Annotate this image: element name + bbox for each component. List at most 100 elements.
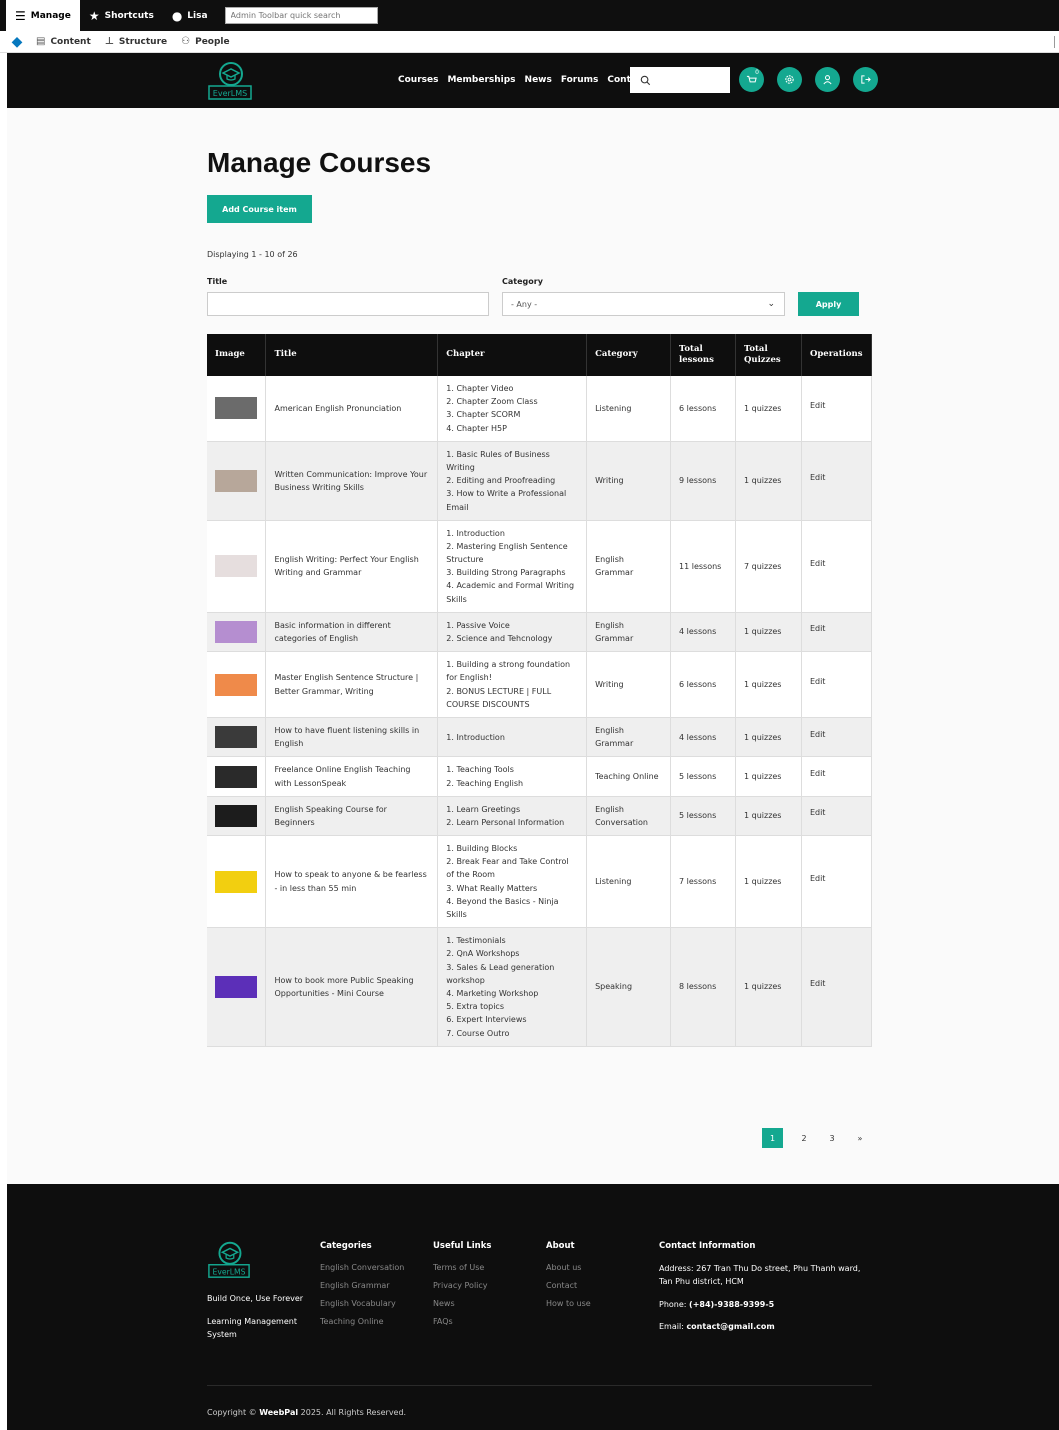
apply-button[interactable]: Apply (798, 292, 859, 316)
everlms-logo[interactable]: EverLMS (207, 59, 253, 101)
footer-categories: Categories English Conversation English … (320, 1241, 404, 1335)
cell-quizzes: 1 quizzes (735, 756, 802, 797)
admin-toolbar: ☰ Manage ★ Shortcuts ● Lisa (0, 0, 1059, 31)
chapter-item: 5. Extra topics (446, 1002, 504, 1012)
nav-memberships[interactable]: Memberships (447, 75, 515, 85)
col-title[interactable]: Title (265, 334, 439, 376)
course-thumbnail[interactable] (215, 555, 257, 578)
footer-logo[interactable]: EverLMS (207, 1238, 251, 1280)
course-thumbnail[interactable] (215, 726, 257, 749)
header-search-input[interactable] (630, 67, 730, 93)
admin-structure-link[interactable]: ⊥ Structure (105, 36, 167, 47)
cell-chapter: 1. Learn Greetings 2. Learn Personal Info… (437, 796, 588, 837)
edit-link[interactable]: Edit (810, 473, 826, 482)
category-select[interactable]: - Any - ⌄ (502, 292, 785, 316)
chapter-item: 2. Editing and Proofreading (446, 476, 556, 486)
footer-cat-link[interactable]: English Vocabulary (320, 1299, 404, 1308)
account-icon[interactable] (815, 67, 840, 92)
logout-icon[interactable] (853, 67, 878, 92)
col-total-quizzes[interactable]: Total Quizzes (735, 334, 802, 376)
nav-forums[interactable]: Forums (561, 75, 599, 85)
cell-chapter: 1. Introduction (437, 717, 588, 758)
footer-email[interactable]: Email: contact@gmail.com (659, 1321, 869, 1334)
course-thumbnail[interactable] (215, 673, 257, 696)
admin-people-link[interactable]: ⚇ People (181, 36, 229, 47)
chapter-item: 1. Building Blocks (446, 844, 518, 854)
footer-about-link[interactable]: How to use (546, 1299, 591, 1308)
footer-about-link[interactable]: About us (546, 1263, 591, 1272)
footer-link[interactable]: FAQs (433, 1317, 491, 1326)
footer-cat-link[interactable]: English Grammar (320, 1281, 404, 1290)
chapter-item: 4. Marketing Workshop (446, 988, 539, 998)
chapter-item: 3. What Really Matters (446, 883, 538, 893)
course-thumbnail[interactable] (215, 765, 257, 788)
edit-link[interactable]: Edit (810, 401, 826, 410)
edit-link[interactable]: Edit (810, 769, 826, 778)
course-thumbnail[interactable] (215, 870, 257, 893)
table-row: American English Pronunciation 1. Chapter… (207, 376, 873, 442)
cell-chapter: 1. Chapter Video 2. Chapter Zoom Class 3. … (437, 376, 588, 442)
footer-logo-text: EverLMS (213, 1267, 246, 1276)
admin-manage-tab[interactable]: ☰ Manage (6, 0, 80, 31)
course-thumbnail[interactable] (215, 804, 257, 827)
cell-category: Teaching Online (586, 756, 672, 797)
col-total-lessons[interactable]: Total lessons (670, 334, 736, 376)
admin-shortcuts-tab[interactable]: ★ Shortcuts (80, 0, 163, 31)
page-frame: EverLMS Courses Memberships News Forums … (7, 53, 1059, 1430)
edit-link[interactable]: Edit (810, 979, 826, 988)
cell-operations: Edit (801, 796, 873, 837)
cell-operations: Edit (801, 835, 873, 929)
edit-link[interactable]: Edit (810, 677, 826, 686)
course-thumbnail[interactable] (215, 397, 257, 420)
copyright: Copyright © WeebPal 2025. All Rights Res… (207, 1408, 407, 1417)
chapter-item: 6. Expert Interviews (446, 1015, 527, 1025)
cart-icon[interactable]: 0 (739, 67, 764, 92)
footer-about-link[interactable]: Contact (546, 1281, 591, 1290)
admin-user-tab[interactable]: ● Lisa (163, 0, 217, 31)
edit-link[interactable]: Edit (810, 559, 826, 568)
course-thumbnail[interactable] (215, 621, 257, 643)
user-icon: ● (171, 8, 183, 23)
col-category[interactable]: Category (586, 334, 672, 376)
col-chapter[interactable]: Chapter (437, 334, 588, 376)
drupal-icon[interactable]: ◆ (10, 34, 24, 50)
cell-lessons: 5 lessons (670, 796, 736, 837)
nav-courses[interactable]: Courses (398, 75, 438, 85)
course-thumbnail[interactable] (215, 469, 257, 492)
footer-link[interactable]: News (433, 1299, 491, 1308)
footer-cat-link[interactable]: English Conversation (320, 1263, 404, 1272)
admin-search-input[interactable] (224, 7, 378, 24)
table-row: How to have fluent listening skills in E… (207, 717, 873, 758)
footer-cat-link[interactable]: Teaching Online (320, 1317, 404, 1326)
title-filter-input[interactable] (207, 292, 489, 316)
table-row: How to book more Public Speaking Opportu… (207, 927, 873, 1047)
pager-item-3[interactable]: 3 (818, 1128, 846, 1148)
cell-title: How to have fluent listening skills in E… (265, 717, 439, 758)
footer-divider (207, 1385, 872, 1386)
cell-quizzes: 1 quizzes (735, 376, 802, 442)
pager-next[interactable]: » (846, 1128, 874, 1148)
edit-link[interactable]: Edit (810, 730, 826, 739)
add-course-button[interactable]: Add Course item (207, 195, 312, 223)
pager-item-2[interactable]: 2 (790, 1128, 818, 1148)
col-image[interactable]: Image (207, 334, 267, 376)
course-thumbnail[interactable] (215, 975, 257, 998)
cell-category: English Grammar (586, 520, 672, 613)
chapter-item: 4. Beyond the Basics - Ninja Skills (446, 896, 559, 919)
header-icons: 0 (739, 67, 878, 92)
settings-icon[interactable] (777, 67, 802, 92)
edit-link[interactable]: Edit (810, 808, 826, 817)
nav-news[interactable]: News (525, 75, 552, 85)
cell-quizzes: 1 quizzes (735, 612, 802, 653)
footer-link[interactable]: Terms of Use (433, 1263, 491, 1272)
cell-quizzes: 1 quizzes (735, 796, 802, 837)
cell-category: Speaking (586, 927, 672, 1047)
admin-content-link[interactable]: ▤ Content (36, 36, 91, 47)
edit-link[interactable]: Edit (810, 624, 826, 633)
edit-link[interactable]: Edit (810, 874, 826, 883)
hamburger-icon: ☰ (15, 8, 26, 23)
pager-current[interactable]: 1 (762, 1128, 783, 1148)
footer-link[interactable]: Privacy Policy (433, 1281, 491, 1290)
cell-lessons: 8 lessons (670, 927, 736, 1047)
cell-title: Basic information in different categorie… (265, 612, 439, 653)
